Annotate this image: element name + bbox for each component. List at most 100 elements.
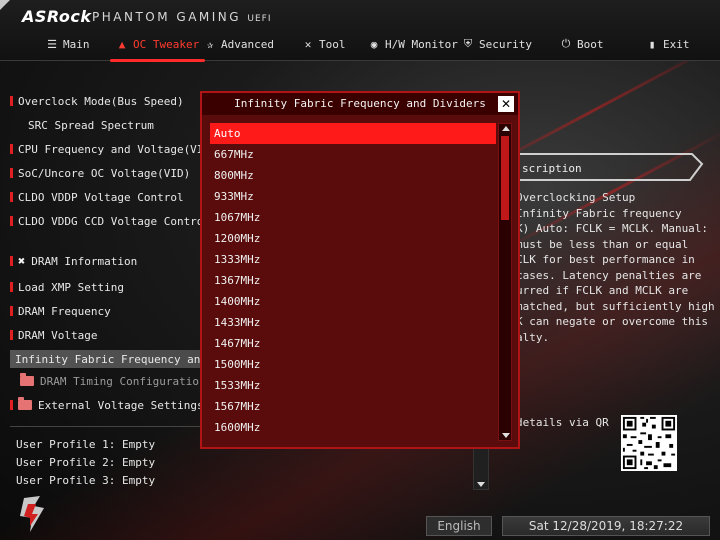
- tab-label: OC Tweaker: [133, 37, 200, 51]
- frequency-option[interactable]: 1333MHz: [210, 249, 496, 270]
- tab-boot[interactable]: ⏻ Boot: [560, 32, 604, 56]
- menu-label: CLDO VDDG CCD Voltage Control: [18, 214, 211, 228]
- frequency-option[interactable]: 1067MHz: [210, 207, 496, 228]
- tab-exit[interactable]: ▮ Exit: [646, 32, 690, 56]
- menu-label: Infinity Fabric Frequency and Di: [15, 352, 227, 366]
- scroll-down-arrow-icon[interactable]: [502, 433, 510, 438]
- popup-title: Infinity Fabric Frequency and Dividers: [202, 93, 518, 115]
- frequency-option[interactable]: 1467MHz: [210, 333, 496, 354]
- list-icon: ☰: [47, 37, 57, 51]
- menu-bullet: [10, 282, 13, 292]
- menu-label: DRAM Information: [31, 254, 138, 268]
- tab-label: Exit: [663, 37, 690, 51]
- tab-label: Tool: [319, 37, 346, 51]
- wrench-icon: ✖: [18, 254, 26, 268]
- main-tabs: ☰ Main ▲ OC Tweaker ✰ Advanced ✕ Tool ◉ …: [0, 32, 720, 62]
- menu-label: DRAM Frequency: [18, 304, 111, 318]
- language-button[interactable]: English: [426, 516, 492, 536]
- tab-label: H/W Monitor: [385, 37, 458, 51]
- menu-bullet: [10, 256, 13, 266]
- star-icon: ✰: [206, 37, 214, 51]
- menu-label: DRAM Timing Configuration: [40, 374, 206, 388]
- menu-label: DRAM Voltage: [18, 328, 98, 342]
- monitor-icon: ◉: [370, 37, 378, 51]
- corner-arrow-icon: [0, 0, 10, 10]
- frequency-options-list: Auto 667MHz 800MHz 933MHz 1067MHz 1200MHz 1333…: [210, 123, 496, 441]
- frequency-option[interactable]: 1533MHz: [210, 375, 496, 396]
- menu-src-spread-spectrum[interactable]: SRC Spread Spectrum: [10, 116, 154, 134]
- frequency-option[interactable]: 1600MHz: [210, 417, 496, 438]
- uefi-label: UEFI: [247, 14, 272, 24]
- qr-code: [621, 415, 677, 471]
- menu-dram-timing[interactable]: DRAM Timing Configuration: [20, 372, 206, 390]
- menu-cldo-vddg[interactable]: CLDO VDDG CCD Voltage Control: [10, 212, 210, 230]
- tab-label: Boot: [577, 37, 604, 51]
- tools-icon: ✕: [304, 37, 312, 51]
- datetime-display: Sat 12/28/2019, 18:27:22: [502, 516, 710, 536]
- infinity-fabric-popup: Infinity Fabric Frequency and Dividers ✕…: [200, 91, 520, 449]
- frequency-option[interactable]: 933MHz: [210, 186, 496, 207]
- menu-dram-information[interactable]: ✖ DRAM Information: [10, 252, 137, 270]
- user-profile-1[interactable]: User Profile 1: Empty: [16, 438, 155, 451]
- exit-icon: ▮: [648, 37, 656, 51]
- tab-label: Main: [63, 37, 90, 51]
- menu-bullet: [10, 96, 13, 106]
- user-profile-3[interactable]: User Profile 3: Empty: [16, 474, 155, 487]
- menu-label: Overclock Mode(Bus Speed): [18, 94, 184, 108]
- description-title: scription: [522, 162, 582, 175]
- tab-oc-tweaker[interactable]: ▲ OC Tweaker: [109, 32, 206, 62]
- frequency-option[interactable]: 1500MHz: [210, 354, 496, 375]
- menu-bullet: [10, 144, 13, 154]
- flame-icon: ▲: [118, 37, 126, 51]
- close-icon[interactable]: ✕: [498, 96, 514, 112]
- tab-tool[interactable]: ✕ Tool: [302, 32, 346, 56]
- shield-icon: ⛨: [463, 37, 473, 50]
- phantom-gaming-emblem: [20, 496, 44, 532]
- menu-cldo-vddp[interactable]: CLDO VDDP Voltage Control: [10, 188, 184, 206]
- description-header: scription: [512, 150, 704, 184]
- menu-dram-voltage[interactable]: DRAM Voltage: [10, 326, 97, 344]
- frequency-option[interactable]: 1567MHz: [210, 396, 496, 417]
- product-name: PHANTOM GAMING: [92, 10, 242, 24]
- scroll-down-arrow-icon[interactable]: [477, 482, 485, 487]
- user-profile-2[interactable]: User Profile 2: Empty: [16, 456, 155, 469]
- frequency-option[interactable]: 1367MHz: [210, 270, 496, 291]
- menu-label: SRC Spread Spectrum: [28, 118, 154, 132]
- menu-load-xmp[interactable]: Load XMP Setting: [10, 278, 124, 296]
- scroll-up-arrow-icon[interactable]: [502, 126, 510, 131]
- menu-overclock-mode[interactable]: Overclock Mode(Bus Speed): [10, 92, 184, 110]
- qr-caption: details via QR: [516, 416, 609, 429]
- menu-infinity-fabric[interactable]: Infinity Fabric Frequency and Di: [10, 350, 227, 368]
- phantom-gaming-logo: PHANTOM GAMING UEFI: [92, 10, 272, 24]
- folder-icon: [18, 397, 32, 410]
- menu-label: CLDO VDDP Voltage Control: [18, 190, 184, 204]
- frequency-option[interactable]: 667MHz: [210, 144, 496, 165]
- frequency-option[interactable]: Auto: [210, 123, 496, 144]
- folder-icon: [20, 373, 34, 386]
- menu-external-voltage[interactable]: External Voltage Settings and: [10, 396, 230, 414]
- frequency-option[interactable]: 1200MHz: [210, 228, 496, 249]
- tab-main[interactable]: ☰ Main: [46, 32, 90, 56]
- menu-label: Load XMP Setting: [18, 280, 124, 294]
- menu-soc-uncore-voltage[interactable]: SoC/Uncore OC Voltage(VID): [10, 164, 190, 182]
- tab-advanced[interactable]: ✰ Advanced: [204, 32, 274, 56]
- menu-bullet: [10, 306, 13, 316]
- tab-security[interactable]: ⛨ Security: [462, 32, 532, 56]
- menu-bullet: [10, 168, 13, 178]
- asrock-logo: ASRock: [22, 7, 92, 26]
- tab-hw-monitor[interactable]: ◉ H/W Monitor: [368, 32, 458, 56]
- description-text: Overclocking Setup Infinity Fabric frequ…: [516, 191, 715, 344]
- frequency-option[interactable]: 800MHz: [210, 165, 496, 186]
- menu-dram-frequency[interactable]: DRAM Frequency: [10, 302, 111, 320]
- tab-label: Security: [479, 37, 532, 51]
- menu-bullet: [10, 330, 13, 340]
- menu-bullet: [10, 216, 13, 226]
- menu-bullet: [10, 192, 13, 202]
- tab-label: Advanced: [221, 37, 274, 51]
- menu-label: SoC/Uncore OC Voltage(VID): [18, 166, 191, 180]
- popup-scrollbar[interactable]: [498, 123, 512, 441]
- frequency-option[interactable]: 1433MHz: [210, 312, 496, 333]
- scroll-thumb[interactable]: [501, 136, 509, 220]
- frequency-option[interactable]: 1400MHz: [210, 291, 496, 312]
- top-bar: ASRock PHANTOM GAMING UEFI ☰ Main ▲ OC T…: [0, 0, 720, 62]
